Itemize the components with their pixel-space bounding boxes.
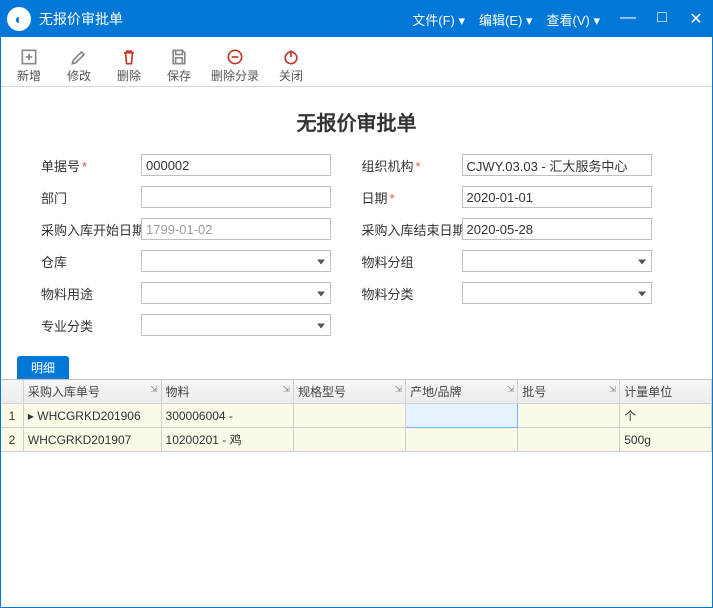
close-window-button[interactable]: ✕ (686, 9, 706, 29)
title-bar: ◐ 无报价审批单 文件(F) ▾ 编辑(E) ▾ 查看(V) ▾ — □ ✕ (1, 1, 712, 37)
label-dept: 部门 (41, 188, 141, 207)
save-button[interactable]: 保存 (161, 47, 197, 84)
col-rownum[interactable] (1, 380, 23, 404)
content-area: 无报价审批单 单据号* 000002 组织机构* CJWY.03.03 - 汇大… (1, 87, 712, 607)
maximize-button[interactable]: □ (652, 9, 672, 29)
pencil-icon (69, 47, 89, 67)
cell-unit[interactable]: 个 (620, 404, 712, 428)
cell-purchase-doc[interactable]: ▸ WHCGRKD201906 (23, 404, 161, 428)
new-button[interactable]: 新增 (11, 47, 47, 84)
label-purchase-end: 采购入库结束日期 (362, 220, 462, 239)
col-origin[interactable]: 产地/品牌⇲ (406, 380, 518, 404)
select-material-cat[interactable] (462, 282, 652, 304)
cell-spec[interactable] (294, 404, 406, 428)
form: 单据号* 000002 组织机构* CJWY.03.03 - 汇大服务中心 部门… (1, 154, 712, 336)
col-material[interactable]: 物料⇲ (161, 380, 294, 404)
label-spec-cat: 专业分类 (41, 316, 141, 335)
pin-icon: ⇲ (609, 384, 617, 395)
tab-detail[interactable]: 明细 (17, 356, 69, 379)
label-material-cat: 物料分类 (362, 284, 462, 303)
close-button[interactable]: 关闭 (273, 47, 309, 84)
input-purchase-end[interactable]: 2020-05-28 (462, 218, 652, 240)
pin-icon: ⇲ (395, 384, 403, 395)
label-material-use: 物料用途 (41, 284, 141, 303)
label-purchase-start: 采购入库开始日期 (41, 220, 141, 239)
label-doc-no: 单据号* (41, 156, 141, 175)
input-org[interactable]: CJWY.03.03 - 汇大服务中心 (462, 154, 652, 176)
menu-view[interactable]: 查看(V) ▾ (547, 10, 600, 29)
app-window: ◐ 无报价审批单 文件(F) ▾ 编辑(E) ▾ 查看(V) ▾ — □ ✕ 新… (0, 0, 713, 608)
app-icon: ◐ (7, 7, 31, 31)
select-material-use[interactable] (141, 282, 331, 304)
input-dept[interactable] (141, 186, 331, 208)
input-purchase-start[interactable]: 1799-01-02 (141, 218, 331, 240)
toolbar: 新增 修改 删除 保存 删除分录 关闭 (1, 37, 712, 87)
modify-button[interactable]: 修改 (61, 47, 97, 84)
col-purchase-doc[interactable]: 采购入库单号⇲ (23, 380, 161, 404)
power-icon (281, 47, 301, 67)
label-date: 日期* (362, 188, 462, 207)
col-spec[interactable]: 规格型号⇲ (294, 380, 406, 404)
row-number: 1 (1, 404, 23, 428)
cell-spec[interactable] (294, 428, 406, 452)
minimize-button[interactable]: — (618, 9, 638, 29)
row-number: 2 (1, 428, 23, 452)
select-material-group[interactable] (462, 250, 652, 272)
menu-bar: 文件(F) ▾ 编辑(E) ▾ 查看(V) ▾ (412, 10, 600, 29)
trash-icon (119, 47, 139, 67)
col-unit[interactable]: 计量单位 (620, 380, 712, 404)
select-spec-cat[interactable] (141, 314, 331, 336)
grid-header-row: 采购入库单号⇲ 物料⇲ 规格型号⇲ 产地/品牌⇲ 批号⇲ 计量单位 (1, 380, 712, 404)
remove-row-icon (225, 47, 245, 67)
input-date[interactable]: 2020-01-01 (462, 186, 652, 208)
plus-icon (19, 47, 39, 67)
window-controls: — □ ✕ (618, 9, 706, 29)
cell-batch[interactable] (518, 428, 620, 452)
input-doc-no[interactable]: 000002 (141, 154, 331, 176)
label-warehouse: 仓库 (41, 252, 141, 271)
menu-file[interactable]: 文件(F) ▾ (412, 10, 465, 29)
label-org: 组织机构* (362, 156, 462, 175)
tab-bar: 明细 (1, 356, 712, 379)
delete-entry-button[interactable]: 删除分录 (211, 47, 259, 84)
page-title: 无报价审批单 (1, 107, 712, 136)
cell-material[interactable]: 10200201 - 鸡 (161, 428, 294, 452)
cell-origin[interactable] (406, 428, 518, 452)
label-material-group: 物料分组 (362, 252, 462, 271)
save-icon (169, 47, 189, 67)
table-row[interactable]: 1 ▸ WHCGRKD201906 300006004 - 个 (1, 404, 712, 428)
select-warehouse[interactable] (141, 250, 331, 272)
pin-icon: ⇲ (283, 384, 291, 395)
menu-edit[interactable]: 编辑(E) ▾ (479, 10, 532, 29)
pin-icon: ⇲ (150, 384, 158, 395)
detail-grid: 采购入库单号⇲ 物料⇲ 规格型号⇲ 产地/品牌⇲ 批号⇲ 计量单位 1 ▸ WH… (1, 379, 712, 452)
table-row[interactable]: 2 WHCGRKD201907 10200201 - 鸡 500g (1, 428, 712, 452)
cell-unit[interactable]: 500g (620, 428, 712, 452)
cell-origin[interactable] (406, 404, 518, 428)
delete-button[interactable]: 删除 (111, 47, 147, 84)
cell-batch[interactable] (518, 404, 620, 428)
window-title: 无报价审批单 (39, 9, 123, 29)
pin-icon: ⇲ (507, 384, 515, 395)
cell-material[interactable]: 300006004 - (161, 404, 294, 428)
col-batch[interactable]: 批号⇲ (518, 380, 620, 404)
cell-purchase-doc[interactable]: WHCGRKD201907 (23, 428, 161, 452)
